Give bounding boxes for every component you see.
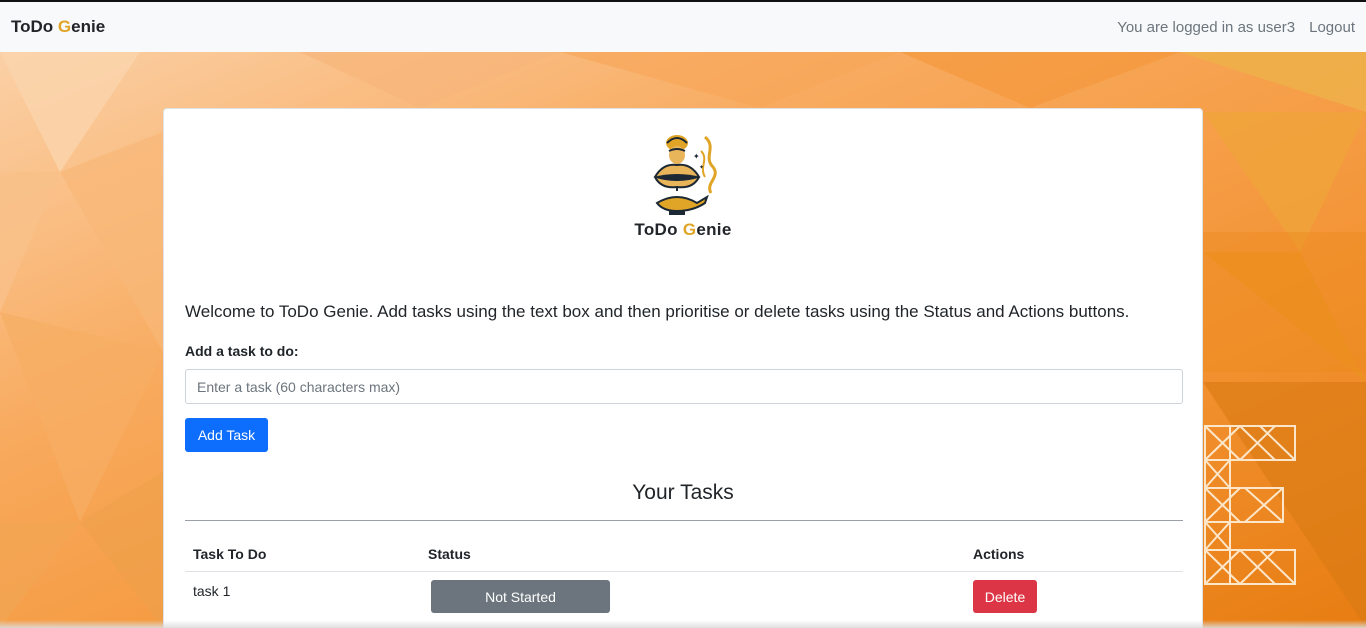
navbar-user-area: You are logged in as user3 Logout — [1117, 19, 1355, 36]
logo-text-part1: ToDo — [634, 220, 683, 239]
status-button[interactable]: Not Started — [431, 580, 610, 613]
logo: ✦ ✦ ToDo Genie — [164, 131, 1202, 240]
svg-text:✦: ✦ — [693, 152, 700, 161]
table-header-actions: Actions — [973, 546, 1025, 562]
table-row-divider — [185, 571, 1183, 572]
logo-text-part2: enie — [696, 220, 732, 239]
navbar: ToDo Genie You are logged in as user3 Lo… — [0, 0, 1366, 52]
welcome-text: Welcome to ToDo Genie. Add tasks using t… — [185, 302, 1130, 321]
logo-text-g: G — [682, 220, 697, 239]
navbar-brand[interactable]: ToDo Genie — [11, 17, 105, 37]
logged-in-text: You are logged in as user3 — [1117, 18, 1296, 36]
bottom-shadow — [0, 620, 1366, 628]
brand-text-g: G — [57, 17, 72, 36]
delete-button[interactable]: Delete — [973, 580, 1037, 613]
table-header-status: Status — [428, 546, 471, 562]
genie-lamp-icon: ✦ ✦ — [653, 135, 717, 215]
logout-link[interactable]: Logout — [1309, 19, 1355, 36]
svg-text:✦: ✦ — [699, 164, 704, 171]
logo-title: ToDo Genie — [634, 220, 731, 240]
task-name-cell: task 1 — [193, 583, 231, 599]
brand-text-part1: ToDo — [11, 17, 58, 36]
table-header-task: Task To Do — [193, 546, 267, 562]
main-card: ✦ ✦ ToDo Genie Welcome to ToDo Genie. Ad… — [163, 108, 1203, 628]
tasks-title: Your Tasks — [632, 481, 734, 504]
brand-text-part2: enie — [71, 17, 106, 36]
divider — [185, 520, 1183, 521]
task-input[interactable] — [185, 369, 1183, 404]
add-task-button[interactable]: Add Task — [185, 418, 268, 452]
add-task-label: Add a task to do: — [185, 343, 299, 359]
